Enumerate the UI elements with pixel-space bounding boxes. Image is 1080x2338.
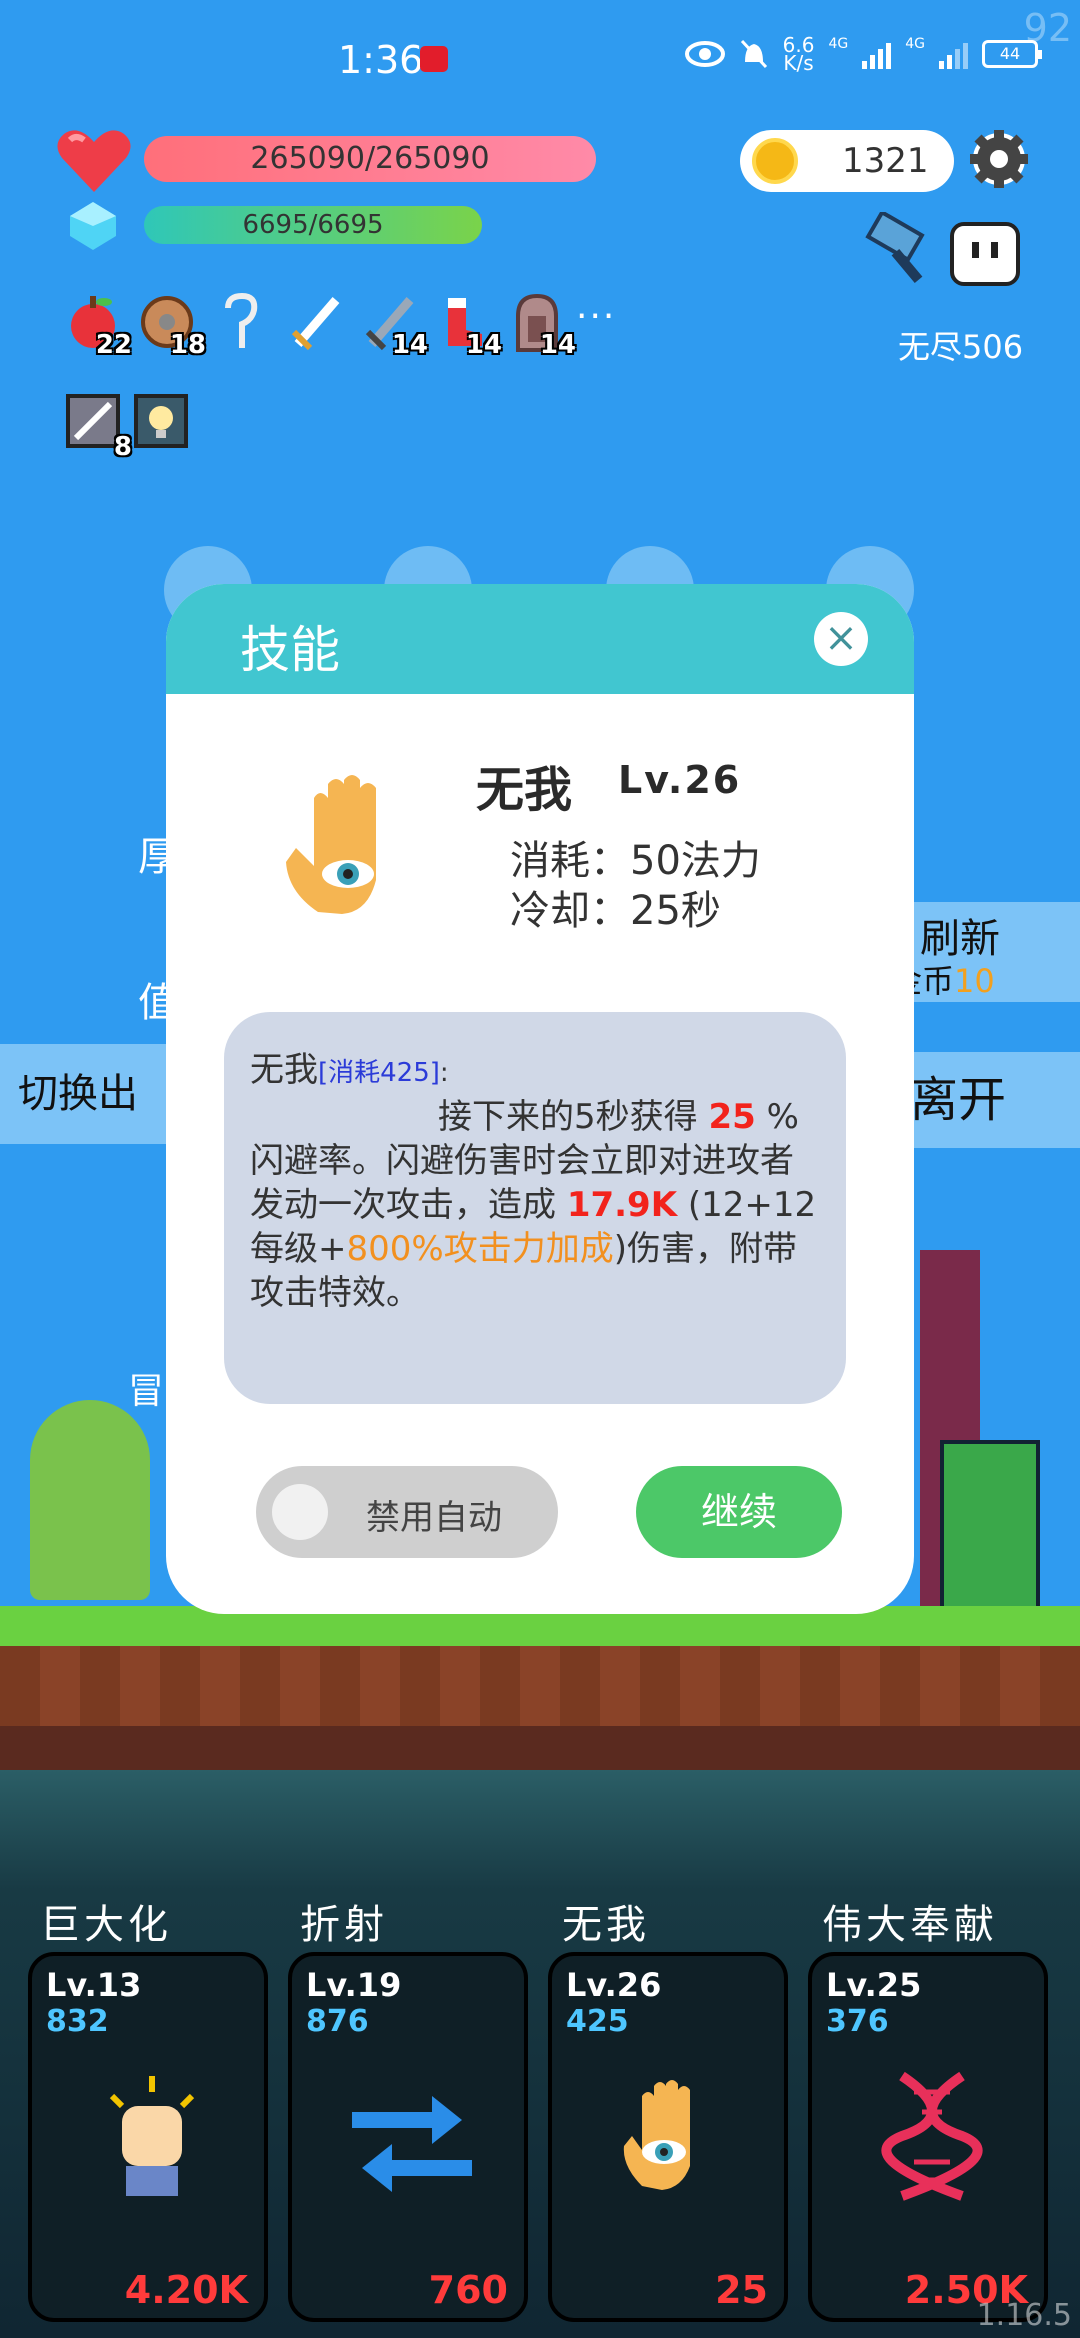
signal-2-icon (939, 39, 968, 69)
skill-level: Lv.25 (826, 1966, 922, 2004)
skill-name: 无我 (562, 1902, 650, 1948)
status-icons: 6.6 K/s 4G 4G 44 (684, 35, 1042, 75)
dna-icon (881, 2071, 983, 2201)
skill-level: Lv.19 (306, 1966, 402, 2004)
skill-card-giant[interactable]: Lv.13 832 4.20K (28, 1952, 268, 2322)
dirt-bottom (0, 1726, 1080, 1770)
skill-card-devotion[interactable]: Lv.25 376 2.50K (808, 1952, 1048, 2322)
desc-colon: : (439, 1058, 449, 1088)
bg-text-3: 冒 (128, 1371, 165, 1412)
skill-cost: 376 (826, 2004, 889, 2039)
net-speed-unit: K/s (783, 51, 814, 75)
desc-damage: 17.9K (566, 1185, 678, 1225)
hook-icon[interactable] (214, 292, 268, 352)
close-button[interactable]: × (814, 612, 868, 666)
desc-cost-tag: [消耗425] (318, 1058, 440, 1088)
heart-icon (57, 130, 131, 192)
skill-card-refract[interactable]: Lv.19 876 760 (288, 1952, 528, 2322)
skill-value: 4.20K (124, 2268, 248, 2312)
enemy-robot (940, 1440, 1040, 1610)
item-count: 8 (113, 432, 132, 462)
signal-icon (862, 39, 892, 69)
sword2-icon[interactable]: 14 (362, 292, 428, 360)
gear-icon[interactable] (968, 128, 1030, 190)
endless-mode-label: 无尽506 (898, 328, 1024, 366)
net-type-1: 4G (828, 36, 849, 52)
skill-level: Lv.26 (618, 758, 742, 802)
item-count: 14 (539, 330, 576, 360)
desc-formula-bonus: 800%攻击力加成 (346, 1229, 614, 1269)
skill-name: 巨大化 (40, 1902, 172, 1948)
shield-icon[interactable]: 18 (140, 292, 206, 360)
skill-level: Lv.13 (46, 1966, 142, 2004)
skill-cooldown-line: 冷却：25秒 (510, 888, 721, 934)
mana-crystal-icon (70, 202, 116, 250)
desc-name: 无我 (250, 1050, 318, 1090)
eye-hand-icon (623, 2080, 690, 2190)
eye-hand-icon (286, 775, 376, 914)
inventory-row: 22 18 14 14 14 (66, 292, 576, 360)
tree (30, 1400, 150, 1600)
skill-card-selfless[interactable]: Lv.26 425 25 (548, 1952, 788, 2322)
skill-value: 760 (428, 2268, 508, 2312)
item-count: 22 (95, 330, 132, 360)
rune-icon[interactable]: 8 (66, 394, 132, 462)
apple-icon[interactable]: 22 (66, 292, 132, 360)
dialog-title: 技能 (240, 621, 340, 679)
desc-line1: 接下来的5秒获得 (438, 1097, 698, 1137)
desc-dodge-value: 25 (708, 1097, 756, 1137)
toggle-label: 禁用自动 (366, 1498, 502, 1538)
hp-bar: 265090/265090 (144, 136, 596, 182)
mute-bell-icon (740, 39, 767, 69)
refresh-cost-value: 10 (954, 962, 995, 1000)
lamp-icon[interactable] (134, 394, 188, 454)
skill-name: 伟大奉献 (822, 1902, 998, 1948)
sword-icon[interactable] (288, 292, 342, 352)
skill-value: 25 (715, 2268, 768, 2312)
item-count: 18 (169, 330, 206, 360)
skill-description: 无我[消耗425]: 接下来的5秒获得 25 %闪避率。闪避伤害时会立即对进攻者… (224, 1012, 846, 1404)
boot-icon[interactable]: 14 (436, 292, 502, 360)
item-count: 14 (465, 330, 502, 360)
skill-dialog: 技能 × 无我 Lv.26 消耗：50法力 冷却：25秒 无我[消耗425]: … (166, 584, 914, 1614)
net-type-2: 4G (905, 36, 925, 52)
fps-counter: 92 (1023, 6, 1072, 50)
tombstone-icon[interactable]: 14 (510, 292, 576, 360)
skill-title: 无我 (476, 762, 573, 818)
coin-icon (752, 138, 798, 184)
skill-cost: 876 (306, 2004, 369, 2039)
mp-bar: 6695/6695 (144, 206, 482, 244)
skill-cost: 832 (46, 2004, 109, 2039)
status-time: 1:36 (338, 38, 424, 82)
inventory-row-2: 8 (66, 394, 188, 462)
skill-name: 折射 (300, 1902, 388, 1948)
continue-button[interactable]: 继续 (636, 1466, 842, 1558)
version-label: 1.16.5 (976, 2298, 1072, 2333)
arrows-icon (352, 2096, 472, 2192)
pickaxe-icon (865, 212, 925, 284)
app-notification-icon (420, 46, 448, 72)
item-count: 14 (391, 330, 428, 360)
skill-cost: 425 (566, 2004, 629, 2039)
eye-icon (684, 41, 725, 67)
skill-level: Lv.26 (566, 1966, 662, 2004)
more-items-button[interactable]: ··· (576, 296, 616, 337)
disable-auto-toggle[interactable]: 禁用自动 (256, 1466, 558, 1558)
toggle-knob (272, 1484, 328, 1540)
ghost-icon (950, 222, 1020, 286)
fist-icon (109, 2076, 195, 2196)
